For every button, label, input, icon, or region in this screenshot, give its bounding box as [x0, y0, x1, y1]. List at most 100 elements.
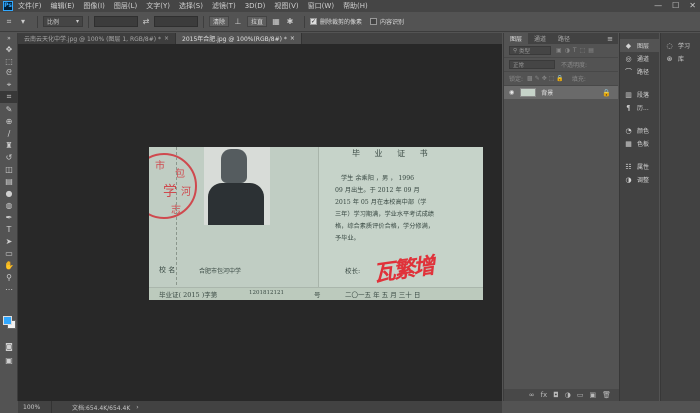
- maximize-icon[interactable]: ☐: [672, 1, 679, 10]
- dock-label: 属性: [637, 164, 650, 171]
- window-controls: — ☐ ✕: [654, 1, 696, 10]
- content-aware-option[interactable]: 内容识别: [370, 17, 404, 26]
- dock-item-history[interactable]: ¶ 历...: [620, 101, 659, 114]
- swap-icon[interactable]: ⇄: [141, 17, 151, 27]
- delete-cropped-checkbox[interactable]: ✓: [310, 18, 318, 25]
- search-icon: ⚲: [513, 47, 518, 54]
- new-layer-icon[interactable]: ▣: [589, 391, 596, 399]
- move-tool-icon[interactable]: ✥: [0, 43, 18, 55]
- history-brush-tool-icon[interactable]: ↺: [0, 151, 18, 163]
- height-field[interactable]: [154, 16, 198, 27]
- screen-mode-icon[interactable]: ▣: [0, 354, 18, 366]
- new-group-icon[interactable]: ▭: [577, 391, 584, 399]
- lock-icons[interactable]: ▩✎✥⬚🔒: [527, 75, 566, 82]
- dock-item-learn[interactable]: ◌ 学习: [661, 39, 700, 52]
- blend-mode-select[interactable]: 正常: [509, 60, 555, 69]
- fill-label: 填充:: [571, 76, 586, 83]
- dock-item-layers[interactable]: ◆ 图层: [620, 39, 659, 52]
- quick-mask-icon[interactable]: ◙: [0, 340, 18, 352]
- trash-icon[interactable]: 🗑: [602, 391, 611, 399]
- gradient-tool-icon[interactable]: ▤: [0, 175, 18, 187]
- dock-item-channels[interactable]: ◎ 通道: [620, 52, 659, 65]
- blend-mode-row: 正常 不透明度:: [504, 58, 618, 72]
- blur-tool-icon[interactable]: ●: [0, 187, 18, 199]
- more-tools-icon[interactable]: ⋯: [0, 283, 18, 295]
- menu-filter[interactable]: 滤镜(T): [212, 1, 236, 11]
- zoom-level[interactable]: 100%: [18, 401, 52, 413]
- menu-image[interactable]: 图像(I): [83, 1, 105, 11]
- tab-layers[interactable]: 图层: [504, 33, 529, 44]
- minimize-icon[interactable]: —: [654, 1, 662, 10]
- panel-menu-icon[interactable]: ≡: [607, 35, 613, 43]
- crop-tool-icon[interactable]: ⌗: [4, 17, 14, 27]
- close-icon[interactable]: ✕: [689, 1, 696, 10]
- straighten-button[interactable]: 拉直: [247, 16, 268, 27]
- menu-view[interactable]: 视图(V): [274, 1, 298, 11]
- layer-style-icon[interactable]: fx: [541, 391, 548, 399]
- delete-cropped-pixels-option[interactable]: ✓ 删除裁剪的像素: [310, 17, 362, 26]
- canvas-area[interactable]: 市 包 河 学 志 毕 业 证 书 学生 余乘阳 ，男 ， 1996 09 月出…: [18, 44, 502, 401]
- filter-icons[interactable]: ▣◑T⬚▤: [556, 47, 597, 54]
- width-field[interactable]: [94, 16, 138, 27]
- healing-brush-tool-icon[interactable]: ⊕: [0, 115, 18, 127]
- close-icon[interactable]: ×: [164, 35, 169, 42]
- document-size[interactable]: 文档:654.4K/654.4K: [52, 403, 130, 412]
- tab-document-2[interactable]: 2015年合肥.jpg @ 100%(RGB/8#) * ×: [176, 33, 302, 44]
- overlay-grid-icon[interactable]: ▦: [271, 17, 281, 27]
- divider: [304, 15, 306, 28]
- clone-stamp-tool-icon[interactable]: ♜: [0, 139, 18, 151]
- dock-item-paths[interactable]: ⌒ 路径: [620, 65, 659, 78]
- tab-channels[interactable]: 通道: [528, 33, 552, 44]
- dock-item-libraries[interactable]: ⊛ 库: [661, 52, 700, 65]
- brush-tool-icon[interactable]: ∕: [0, 127, 18, 139]
- eyedropper-tool-icon[interactable]: ✎: [0, 103, 18, 115]
- collapse-arrows-icon[interactable]: »: [0, 33, 18, 43]
- document-image[interactable]: 市 包 河 学 志 毕 业 证 书 学生 余乘阳 ，男 ， 1996 09 月出…: [149, 147, 483, 300]
- menu-bar: Ps 文件(F) 编辑(E) 图像(I) 图层(L) 文字(Y) 选择(S) 滤…: [0, 0, 700, 12]
- menu-select[interactable]: 选择(S): [179, 1, 203, 11]
- dodge-tool-icon[interactable]: ◍: [0, 199, 18, 211]
- close-icon[interactable]: ×: [290, 35, 295, 42]
- marquee-tool-icon[interactable]: ⬚: [0, 55, 18, 67]
- foreground-color-swatch[interactable]: [3, 316, 12, 325]
- shape-tool-icon[interactable]: ▭: [0, 247, 18, 259]
- menu-edit[interactable]: 编辑(E): [51, 1, 75, 11]
- menu-file[interactable]: 文件(F): [18, 1, 42, 11]
- tab-document-1[interactable]: 云南云天化中学.jpg @ 100% (图层 1, RGB/8#) * ×: [18, 33, 177, 44]
- zoom-tool-icon[interactable]: ⚲: [0, 271, 18, 283]
- panel-tabs: 图层 通道 路径 ≡: [504, 33, 618, 44]
- straighten-icon[interactable]: ⊥: [233, 17, 243, 27]
- dock-item-properties[interactable]: ☷ 属性: [620, 160, 659, 173]
- quick-select-tool-icon[interactable]: ⌖: [0, 79, 18, 91]
- link-layers-icon[interactable]: ∞: [529, 391, 535, 399]
- tab-label: 云南云天化中学.jpg @ 100% (图层 1, RGB/8#) *: [24, 36, 161, 43]
- adjustment-layer-icon[interactable]: ◑: [565, 391, 571, 399]
- chevron-down-icon[interactable]: ▾: [18, 17, 28, 27]
- hand-tool-icon[interactable]: ✋: [0, 259, 18, 271]
- layer-filter-select[interactable]: ⚲ 类型: [509, 46, 551, 55]
- content-aware-checkbox[interactable]: [370, 18, 378, 25]
- path-selection-tool-icon[interactable]: ➤: [0, 235, 18, 247]
- chevron-right-icon[interactable]: ›: [136, 404, 138, 411]
- menu-help[interactable]: 帮助(H): [343, 1, 368, 11]
- layer-row-background[interactable]: ◉ 背景 🔒: [504, 86, 618, 99]
- dock-item-paragraph[interactable]: ▥ 段落: [620, 88, 659, 101]
- dock-item-adjustments[interactable]: ◑ 调整: [620, 173, 659, 186]
- clear-button[interactable]: 清除: [209, 16, 230, 27]
- ratio-select[interactable]: 比例 ▾: [43, 16, 83, 27]
- menu-type[interactable]: 文字(Y): [146, 1, 170, 11]
- eye-visibility-icon[interactable]: ◉: [509, 89, 514, 96]
- gear-icon[interactable]: ✱: [285, 17, 295, 27]
- type-tool-icon[interactable]: T: [0, 223, 18, 235]
- menu-layer[interactable]: 图层(L): [114, 1, 137, 11]
- dock-item-color[interactable]: ◔ 颜色: [620, 124, 659, 137]
- menu-3d[interactable]: 3D(D): [245, 2, 266, 10]
- menu-window[interactable]: 窗口(W): [308, 1, 334, 11]
- eraser-tool-icon[interactable]: ◫: [0, 163, 18, 175]
- dock-item-swatches[interactable]: ▦ 色板: [620, 137, 659, 150]
- lasso-tool-icon[interactable]: ᘓ: [0, 67, 18, 79]
- tab-paths[interactable]: 路径: [552, 33, 576, 44]
- crop-tool-icon[interactable]: ⌗: [0, 91, 18, 103]
- pen-tool-icon[interactable]: ✒: [0, 211, 18, 223]
- add-mask-icon[interactable]: ◘: [553, 391, 559, 399]
